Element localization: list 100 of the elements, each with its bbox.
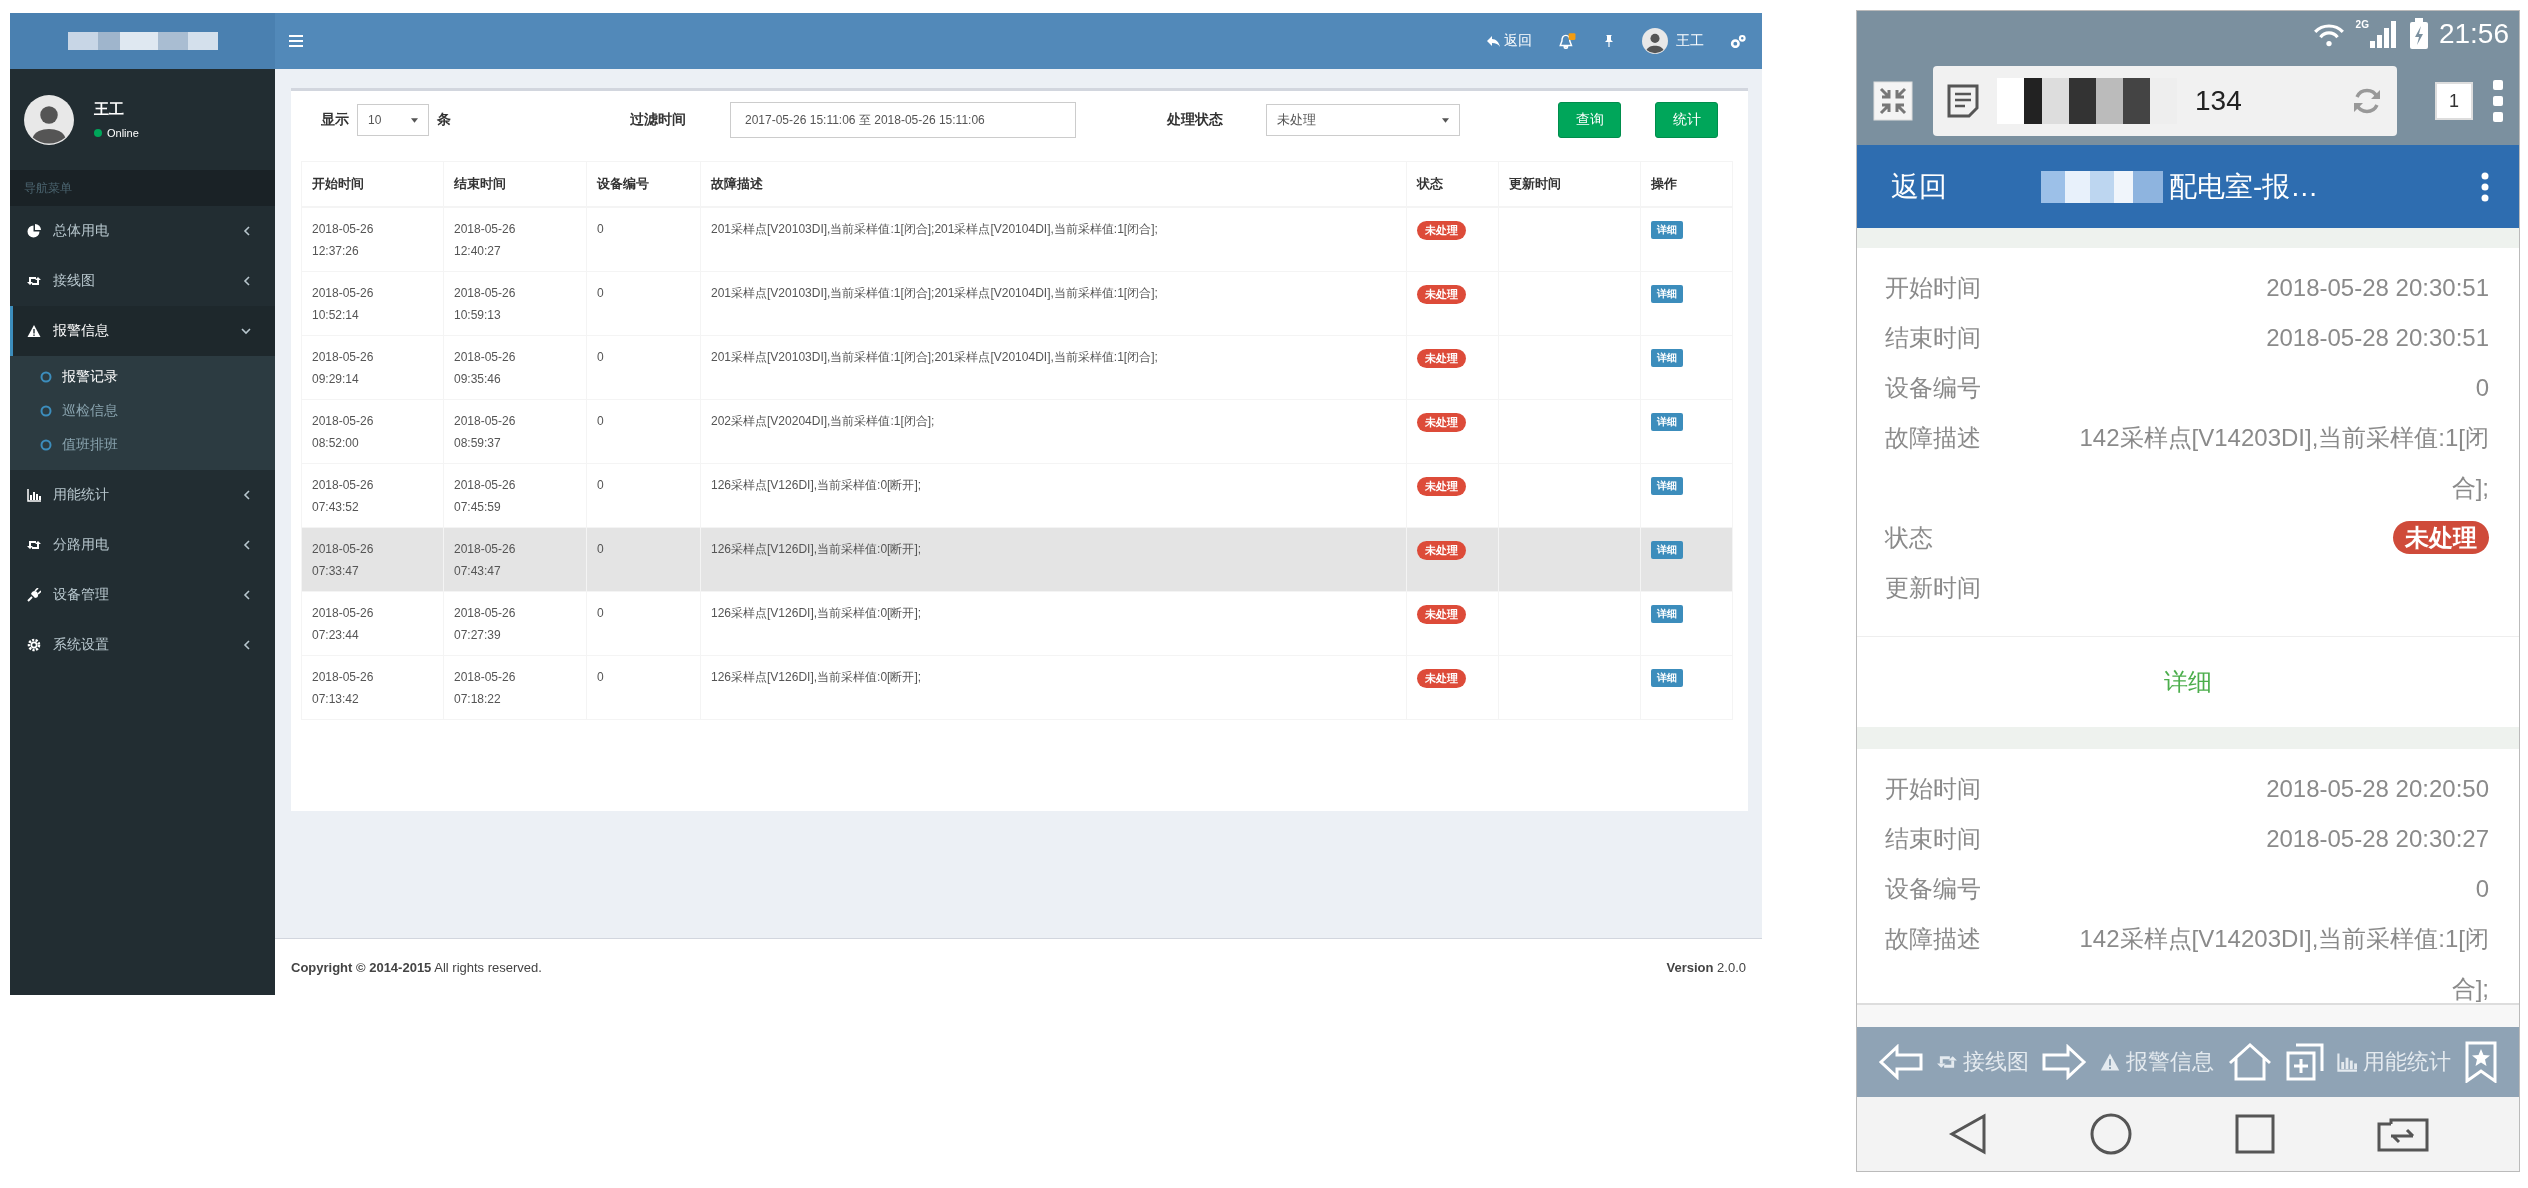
settings-icon[interactable]: [1730, 34, 1746, 48]
chevron-left-icon: [243, 540, 251, 550]
sidebar-item[interactable]: 总体用电: [10, 206, 275, 256]
time-range-field[interactable]: 2017-05-26 15:11:06 至 2018-05-26 15:11:06: [730, 102, 1076, 138]
tab-count-button[interactable]: 1: [2435, 82, 2473, 120]
sidebar-item[interactable]: 接线图: [10, 256, 275, 306]
column-header: 操作: [1640, 161, 1733, 207]
warning-icon: [27, 324, 41, 338]
forward-arrow-icon[interactable]: [2042, 1044, 2087, 1080]
bookmark-star-icon[interactable]: [2464, 1041, 2497, 1083]
table-cell-text: 2018-05-26 12:37:26: [312, 221, 375, 260]
more-vertical-icon[interactable]: [2481, 171, 2489, 202]
submenu-item[interactable]: 巡检信息: [10, 394, 275, 428]
detail-button[interactable]: 详细: [1651, 477, 1683, 495]
sidebar-item[interactable]: 用能统计: [10, 470, 275, 520]
circle-icon: [40, 371, 52, 383]
sidebar-item[interactable]: 设备管理: [10, 570, 275, 620]
square-icon[interactable]: [2233, 1113, 2276, 1155]
table-cell-text: 2018-05-26 09:29:14: [312, 349, 375, 388]
status-select[interactable]: 未处理: [1266, 104, 1460, 136]
back-link[interactable]: 返回: [1891, 167, 2041, 206]
table-cell-text: 2018-05-26 07:13:42: [312, 669, 375, 708]
detail-button[interactable]: 详细: [1651, 605, 1683, 623]
chevron-left-icon: [243, 276, 251, 286]
bar-chart-icon: [27, 488, 41, 502]
page-size-select[interactable]: 10: [357, 104, 429, 136]
table-cell-text: 2018-05-26 09:35:46: [454, 349, 517, 388]
clock-time: 21:56: [2438, 18, 2509, 50]
detail-button[interactable]: 详细: [1651, 669, 1683, 687]
table-cell-text: 126采样点[V126DI],当前采样值:0[断开];: [711, 669, 922, 686]
caret-icon: [1442, 117, 1449, 123]
field-value: 0: [2475, 374, 2489, 401]
back-triangle-icon[interactable]: [1947, 1113, 1988, 1155]
back-link[interactable]: 返回: [1486, 32, 1532, 50]
status-badge: 未处理: [1417, 669, 1466, 688]
status-badge: 未处理: [1417, 349, 1466, 368]
field-label: 更新时间: [1885, 573, 1982, 603]
field-label: 开始时间: [1885, 273, 1982, 303]
field-label: 开始时间: [1885, 774, 1982, 804]
circle-icon: [40, 405, 52, 417]
table-cell-text: 2018-05-26 08:52:00: [312, 413, 375, 452]
submenu-item[interactable]: 报警记录: [10, 360, 275, 394]
detail-button[interactable]: 详细: [1651, 285, 1683, 303]
field-label: 故障描述: [1885, 924, 1982, 954]
status-badge: 未处理: [1417, 605, 1466, 624]
column-header: 开始时间: [301, 161, 444, 207]
column-header: 故障描述: [700, 161, 1407, 207]
bell-with-badge-icon[interactable]: [1558, 33, 1576, 49]
field-value: 2018-05-28 20:30:27: [2266, 825, 2489, 852]
sidebar-item[interactable]: 报警信息: [10, 306, 275, 356]
table-cell-text: 2018-05-26 07:33:47: [312, 541, 375, 580]
home-circle-icon[interactable]: [2088, 1112, 2133, 1156]
document-icon[interactable]: [1947, 84, 1979, 118]
statistics-button[interactable]: 统计: [1655, 102, 1718, 138]
column-header: 设备编号: [586, 161, 701, 207]
table-cell-text: 2018-05-26 07:23:44: [312, 605, 375, 644]
detail-button[interactable]: 详细: [1651, 349, 1683, 367]
detail-button[interactable]: 详细: [1651, 221, 1683, 239]
shrink-arrows-icon[interactable]: [1873, 81, 1913, 121]
version-text: Version 2.0.0: [1666, 959, 1746, 975]
table-cell-text: 2018-05-26 07:45:59: [454, 477, 517, 516]
sidebar-item[interactable]: 系统设置: [10, 620, 275, 670]
status-badge: 未处理: [1417, 477, 1466, 496]
back-arrow-icon[interactable]: [1879, 1044, 1923, 1080]
loop-arrows-icon: [27, 274, 41, 288]
avatar-icon: [1642, 28, 1668, 54]
detail-button[interactable]: 详细: [1651, 541, 1683, 559]
table-cell-text: 2018-05-26 07:43:52: [312, 477, 375, 516]
submenu-item[interactable]: 值班排班: [10, 428, 275, 462]
query-button[interactable]: 查询: [1558, 102, 1621, 138]
status-label: 处理状态: [1167, 111, 1224, 129]
table-cell-text: 2018-05-26 08:59:37: [454, 413, 517, 452]
sidebar-item[interactable]: 分路用电: [10, 520, 275, 570]
status-badge: 未处理: [1417, 221, 1466, 240]
table-cell-text: 0: [597, 605, 604, 622]
home-icon[interactable]: [2227, 1043, 2272, 1081]
add-tab-icon[interactable]: [2285, 1043, 2324, 1081]
field-label: 设备编号: [1885, 373, 1982, 403]
show-label: 显示: [321, 111, 349, 129]
url-text: 134: [2195, 85, 2243, 117]
detail-link[interactable]: 详细: [2164, 666, 2212, 698]
table-cell-text: 126采样点[V126DI],当前采样值:0[断开];: [711, 541, 922, 558]
field-label: 结束时间: [1885, 323, 1982, 353]
field-value: 2018-05-28 20:30:51: [2266, 324, 2489, 351]
loop-arrows-icon: [27, 538, 41, 552]
swap-windows-icon[interactable]: [2376, 1116, 2429, 1152]
status-badge: 未处理: [2393, 521, 2489, 554]
address-bar[interactable]: 134: [1933, 66, 2397, 136]
table-cell-text: 201采样点[V20103DI],当前采样值:1[闭合];201采样点[V20104DI],当前采样值:1[闭合];: [711, 349, 1158, 366]
chevron-left-icon: [243, 226, 251, 236]
more-vertical-icon[interactable]: [2493, 80, 2503, 122]
menu-icon[interactable]: [289, 34, 303, 48]
table-cell-text: 126采样点[V126DI],当前采样值:0[断开];: [711, 477, 922, 494]
table-cell-text: 201采样点[V20103DI],当前采样值:1[闭合];201采样点[V20104DI],当前采样值:1[闭合];: [711, 221, 1158, 238]
time-label: 过滤时间: [630, 111, 687, 129]
user-menu[interactable]: 王工: [1642, 28, 1704, 54]
field-label: 故障描述: [1885, 423, 1982, 453]
detail-button[interactable]: 详细: [1651, 413, 1683, 431]
status-text: Online: [107, 127, 139, 139]
field-value: 142采样点[V14203DI],当前采样值:1[闭合];: [2079, 925, 2489, 1002]
